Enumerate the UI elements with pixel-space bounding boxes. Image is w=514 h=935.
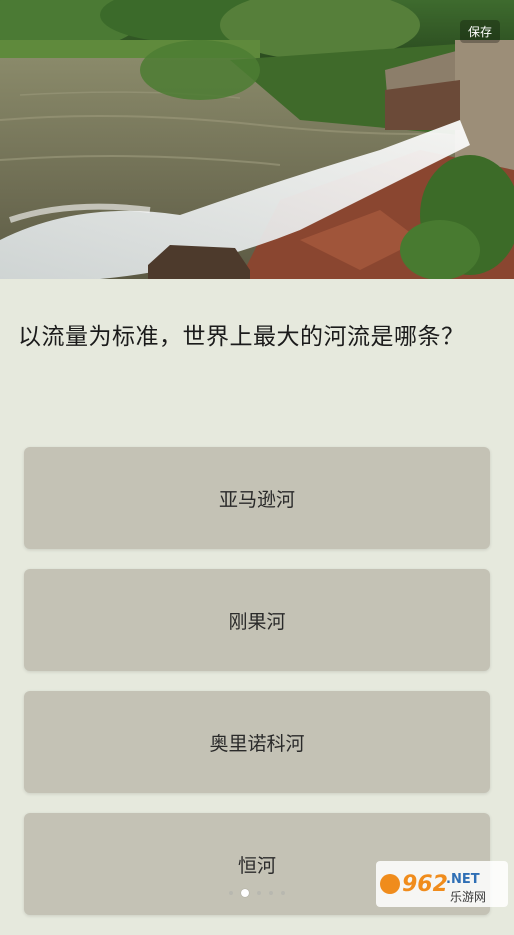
watermark-logo: 962 .NET 乐游网 (376, 861, 508, 907)
962-logo-icon: 962 .NET 乐游网 (380, 872, 486, 904)
svg-text:乐游网: 乐游网 (450, 890, 486, 904)
page-dot-active[interactable] (241, 889, 249, 897)
svg-text:.NET: .NET (446, 872, 480, 887)
page-dot[interactable] (269, 891, 273, 895)
hero-image: 保存 (0, 0, 514, 279)
river-photo (0, 0, 514, 279)
answer-option-2[interactable]: 刚果河 (24, 569, 490, 671)
answer-option-3[interactable]: 奥里诺科河 (24, 691, 490, 793)
question-text: 以流量为标准，世界上最大的河流是哪条？ (18, 324, 465, 350)
page-dot[interactable] (257, 891, 261, 895)
page-dot[interactable] (281, 891, 285, 895)
page-dot[interactable] (229, 891, 233, 895)
answer-option-1[interactable]: 亚马逊河 (24, 447, 490, 549)
save-button[interactable]: 保存 (459, 20, 500, 43)
svg-text:962: 962 (402, 872, 448, 897)
